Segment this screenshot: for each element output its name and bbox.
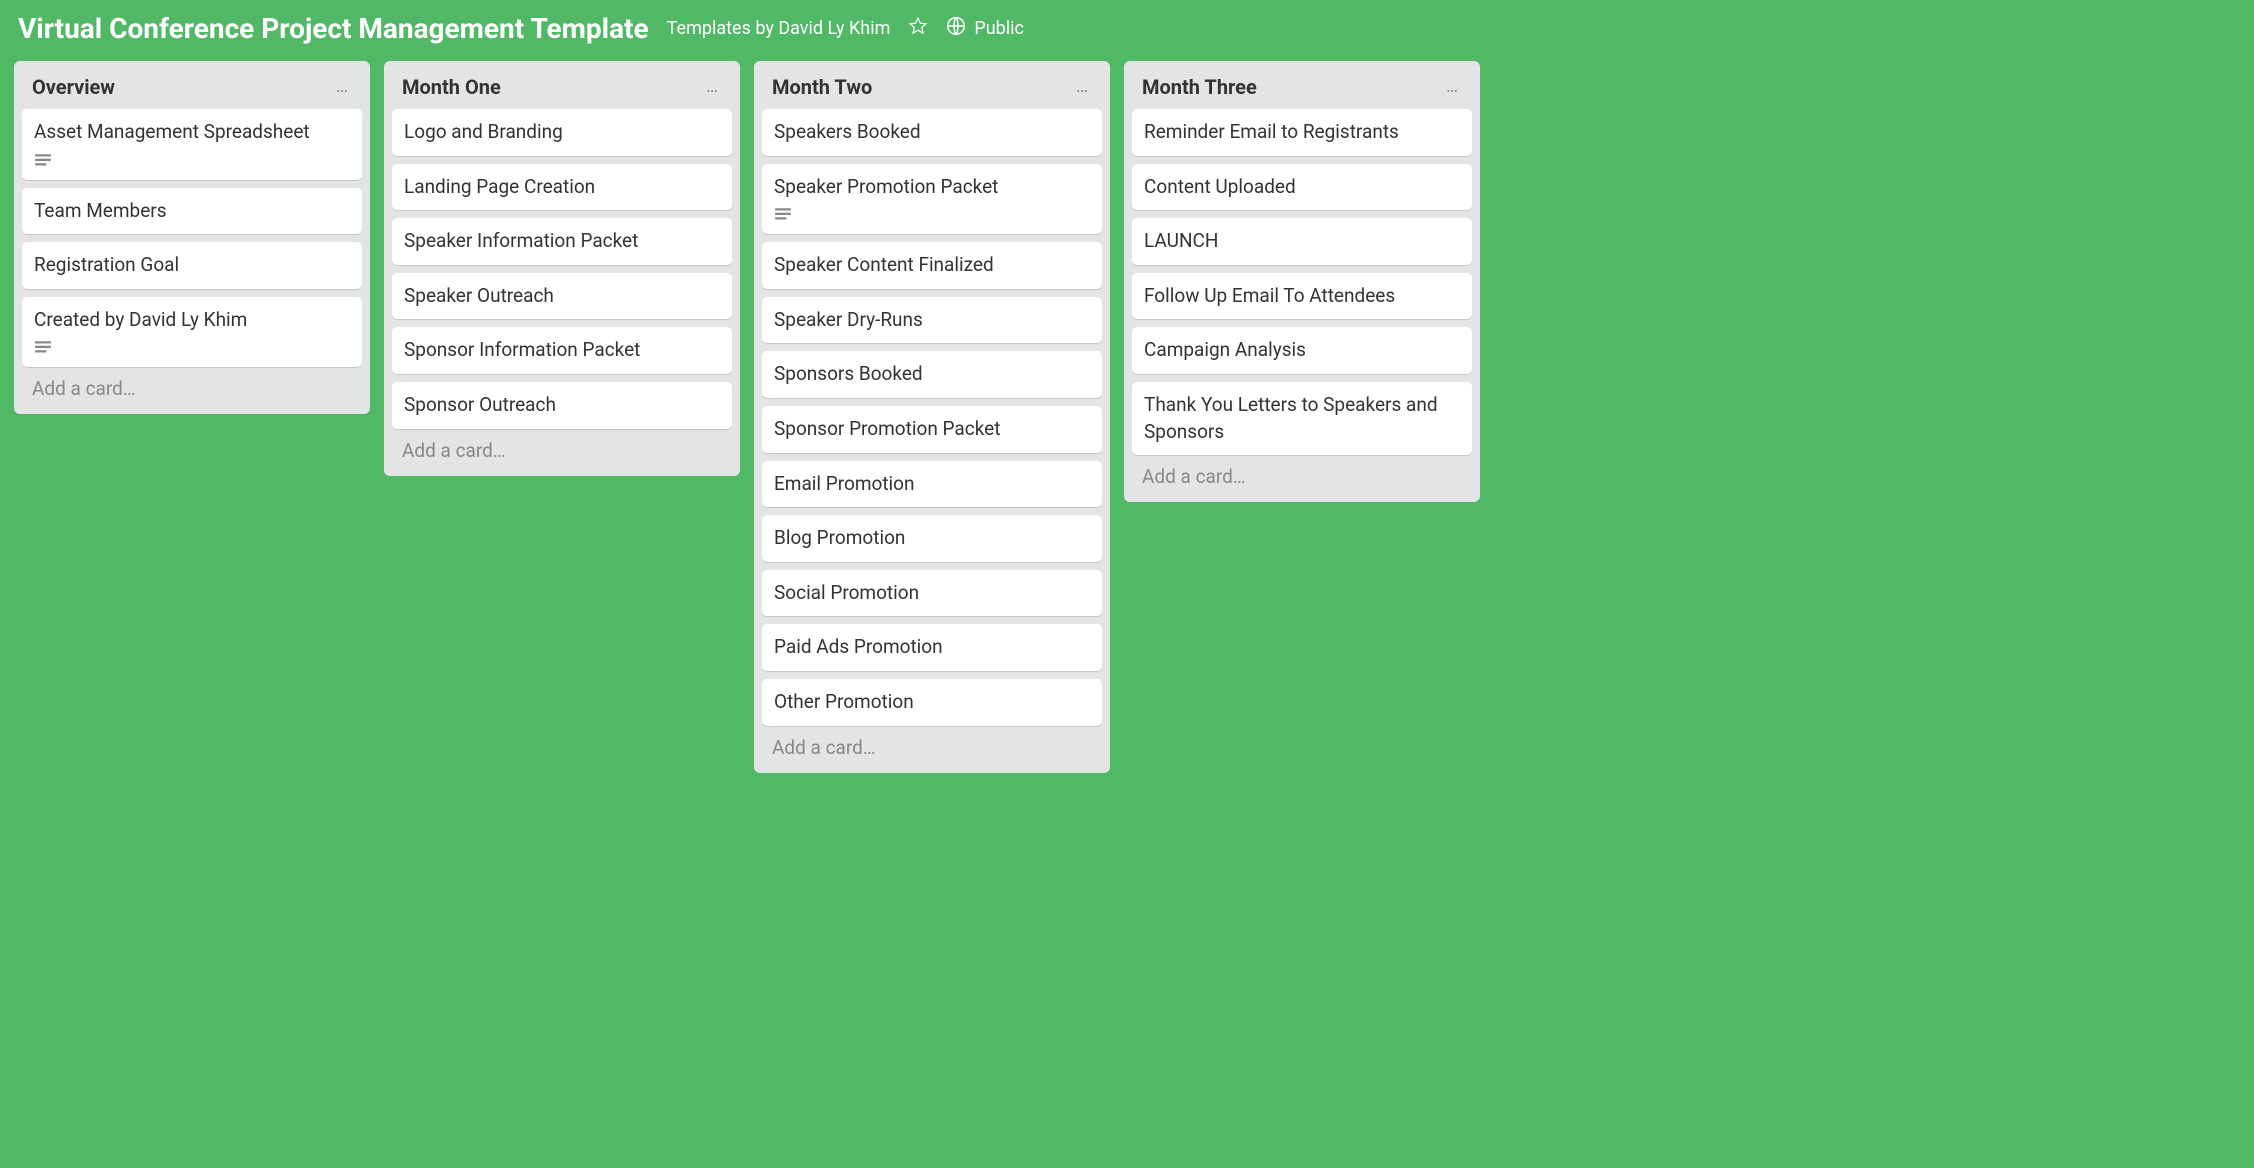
cards-container: Asset Management Spreadsheet Team Members…: [22, 109, 362, 367]
list-header: Overview…: [22, 71, 362, 109]
visibility-label: Public: [974, 18, 1024, 39]
card-title: Paid Ads Promotion: [774, 634, 1090, 661]
templates-by-link[interactable]: Templates by David Ly Khim: [667, 18, 891, 39]
card[interactable]: Email Promotion: [762, 461, 1102, 508]
card[interactable]: Speaker Content Finalized: [762, 242, 1102, 289]
card[interactable]: Team Members: [22, 188, 362, 235]
card-badges: [34, 339, 350, 357]
card-badges: [34, 152, 350, 170]
card-title: Asset Management Spreadsheet: [34, 119, 350, 146]
add-card-button[interactable]: Add a card…: [762, 726, 1102, 765]
star-board-button[interactable]: [908, 16, 928, 41]
card-title: Registration Goal: [34, 252, 350, 279]
card-title: Team Members: [34, 198, 350, 225]
card-title: Speaker Content Finalized: [774, 252, 1090, 279]
list-header: Month One…: [392, 71, 732, 109]
card-title: Social Promotion: [774, 580, 1090, 607]
card[interactable]: Campaign Analysis: [1132, 327, 1472, 374]
card-title: Speaker Promotion Packet: [774, 174, 1090, 201]
add-card-button[interactable]: Add a card…: [392, 429, 732, 468]
description-icon: [774, 206, 792, 224]
add-card-button[interactable]: Add a card…: [1132, 455, 1472, 494]
card-title: Speaker Information Packet: [404, 228, 720, 255]
card[interactable]: Speaker Dry-Runs: [762, 297, 1102, 344]
card[interactable]: Sponsors Booked: [762, 351, 1102, 398]
card-badges: [774, 206, 1090, 224]
card[interactable]: Landing Page Creation: [392, 164, 732, 211]
visibility-button[interactable]: Public: [946, 16, 1024, 41]
card[interactable]: Sponsor Information Packet: [392, 327, 732, 374]
card[interactable]: Follow Up Email To Attendees: [1132, 273, 1472, 320]
card[interactable]: Thank You Letters to Speakers and Sponso…: [1132, 382, 1472, 455]
card[interactable]: LAUNCH: [1132, 218, 1472, 265]
list: Overview… Asset Management Spreadsheet Tea…: [14, 61, 370, 414]
card[interactable]: Social Promotion: [762, 570, 1102, 617]
card-title: Thank You Letters to Speakers and Sponso…: [1144, 392, 1460, 445]
card[interactable]: Sponsor Outreach: [392, 382, 732, 429]
card-title: Other Promotion: [774, 689, 1090, 716]
board-title[interactable]: Virtual Conference Project Management Te…: [18, 12, 649, 45]
card-title: Logo and Branding: [404, 119, 720, 146]
list-title[interactable]: Month One: [402, 75, 702, 99]
card[interactable]: Logo and Branding: [392, 109, 732, 156]
card[interactable]: Created by David Ly Khim: [22, 297, 362, 368]
star-icon: [908, 16, 928, 41]
list-menu-button[interactable]: …: [1072, 76, 1092, 98]
card-title: Blog Promotion: [774, 525, 1090, 552]
card-title: LAUNCH: [1144, 228, 1460, 255]
list: Month Two… Speakers Booked Speaker Promoti…: [754, 61, 1110, 773]
list-title[interactable]: Month Two: [772, 75, 1072, 99]
list-title[interactable]: Overview: [32, 75, 332, 99]
list-header: Month Two…: [762, 71, 1102, 109]
card[interactable]: Other Promotion: [762, 679, 1102, 726]
card[interactable]: Speaker Outreach: [392, 273, 732, 320]
card[interactable]: Speaker Information Packet: [392, 218, 732, 265]
card-title: Sponsor Promotion Packet: [774, 416, 1090, 443]
card-title: Speaker Dry-Runs: [774, 307, 1090, 334]
cards-container: Reminder Email to Registrants Content Upl…: [1132, 109, 1472, 455]
list-menu-button[interactable]: …: [332, 76, 352, 98]
globe-icon: [946, 16, 966, 41]
cards-container: Logo and Branding Landing Page Creation Sp…: [392, 109, 732, 429]
list: Month One… Logo and Branding Landing Page …: [384, 61, 740, 476]
card-title: Sponsor Information Packet: [404, 337, 720, 364]
card[interactable]: Sponsor Promotion Packet: [762, 406, 1102, 453]
card-title: Reminder Email to Registrants: [1144, 119, 1460, 146]
card[interactable]: Speakers Booked: [762, 109, 1102, 156]
card[interactable]: Paid Ads Promotion: [762, 624, 1102, 671]
card-title: Content Uploaded: [1144, 174, 1460, 201]
description-icon: [34, 339, 52, 357]
card[interactable]: Speaker Promotion Packet: [762, 164, 1102, 235]
list-header: Month Three…: [1132, 71, 1472, 109]
card[interactable]: Registration Goal: [22, 242, 362, 289]
list-title[interactable]: Month Three: [1142, 75, 1442, 99]
card-title: Landing Page Creation: [404, 174, 720, 201]
list-menu-button[interactable]: …: [1442, 76, 1462, 98]
card[interactable]: Content Uploaded: [1132, 164, 1472, 211]
card[interactable]: Blog Promotion: [762, 515, 1102, 562]
description-icon: [34, 152, 52, 170]
card-title: Speaker Outreach: [404, 283, 720, 310]
card-title: Created by David Ly Khim: [34, 307, 350, 334]
card-title: Sponsors Booked: [774, 361, 1090, 388]
card-title: Speakers Booked: [774, 119, 1090, 146]
card-title: Campaign Analysis: [1144, 337, 1460, 364]
card-title: Sponsor Outreach: [404, 392, 720, 419]
board-header: Virtual Conference Project Management Te…: [0, 0, 2254, 55]
card-title: Follow Up Email To Attendees: [1144, 283, 1460, 310]
list: Month Three…Reminder Email to Registrant…: [1124, 61, 1480, 502]
card[interactable]: Reminder Email to Registrants: [1132, 109, 1472, 156]
add-card-button[interactable]: Add a card…: [22, 367, 362, 406]
list-menu-button[interactable]: …: [702, 76, 722, 98]
lists-container: Overview…Asset Management SpreadsheetTea…: [0, 55, 2254, 793]
card-title: Email Promotion: [774, 471, 1090, 498]
cards-container: Speakers Booked Speaker Promotion Packet S…: [762, 109, 1102, 726]
card[interactable]: Asset Management Spreadsheet: [22, 109, 362, 180]
